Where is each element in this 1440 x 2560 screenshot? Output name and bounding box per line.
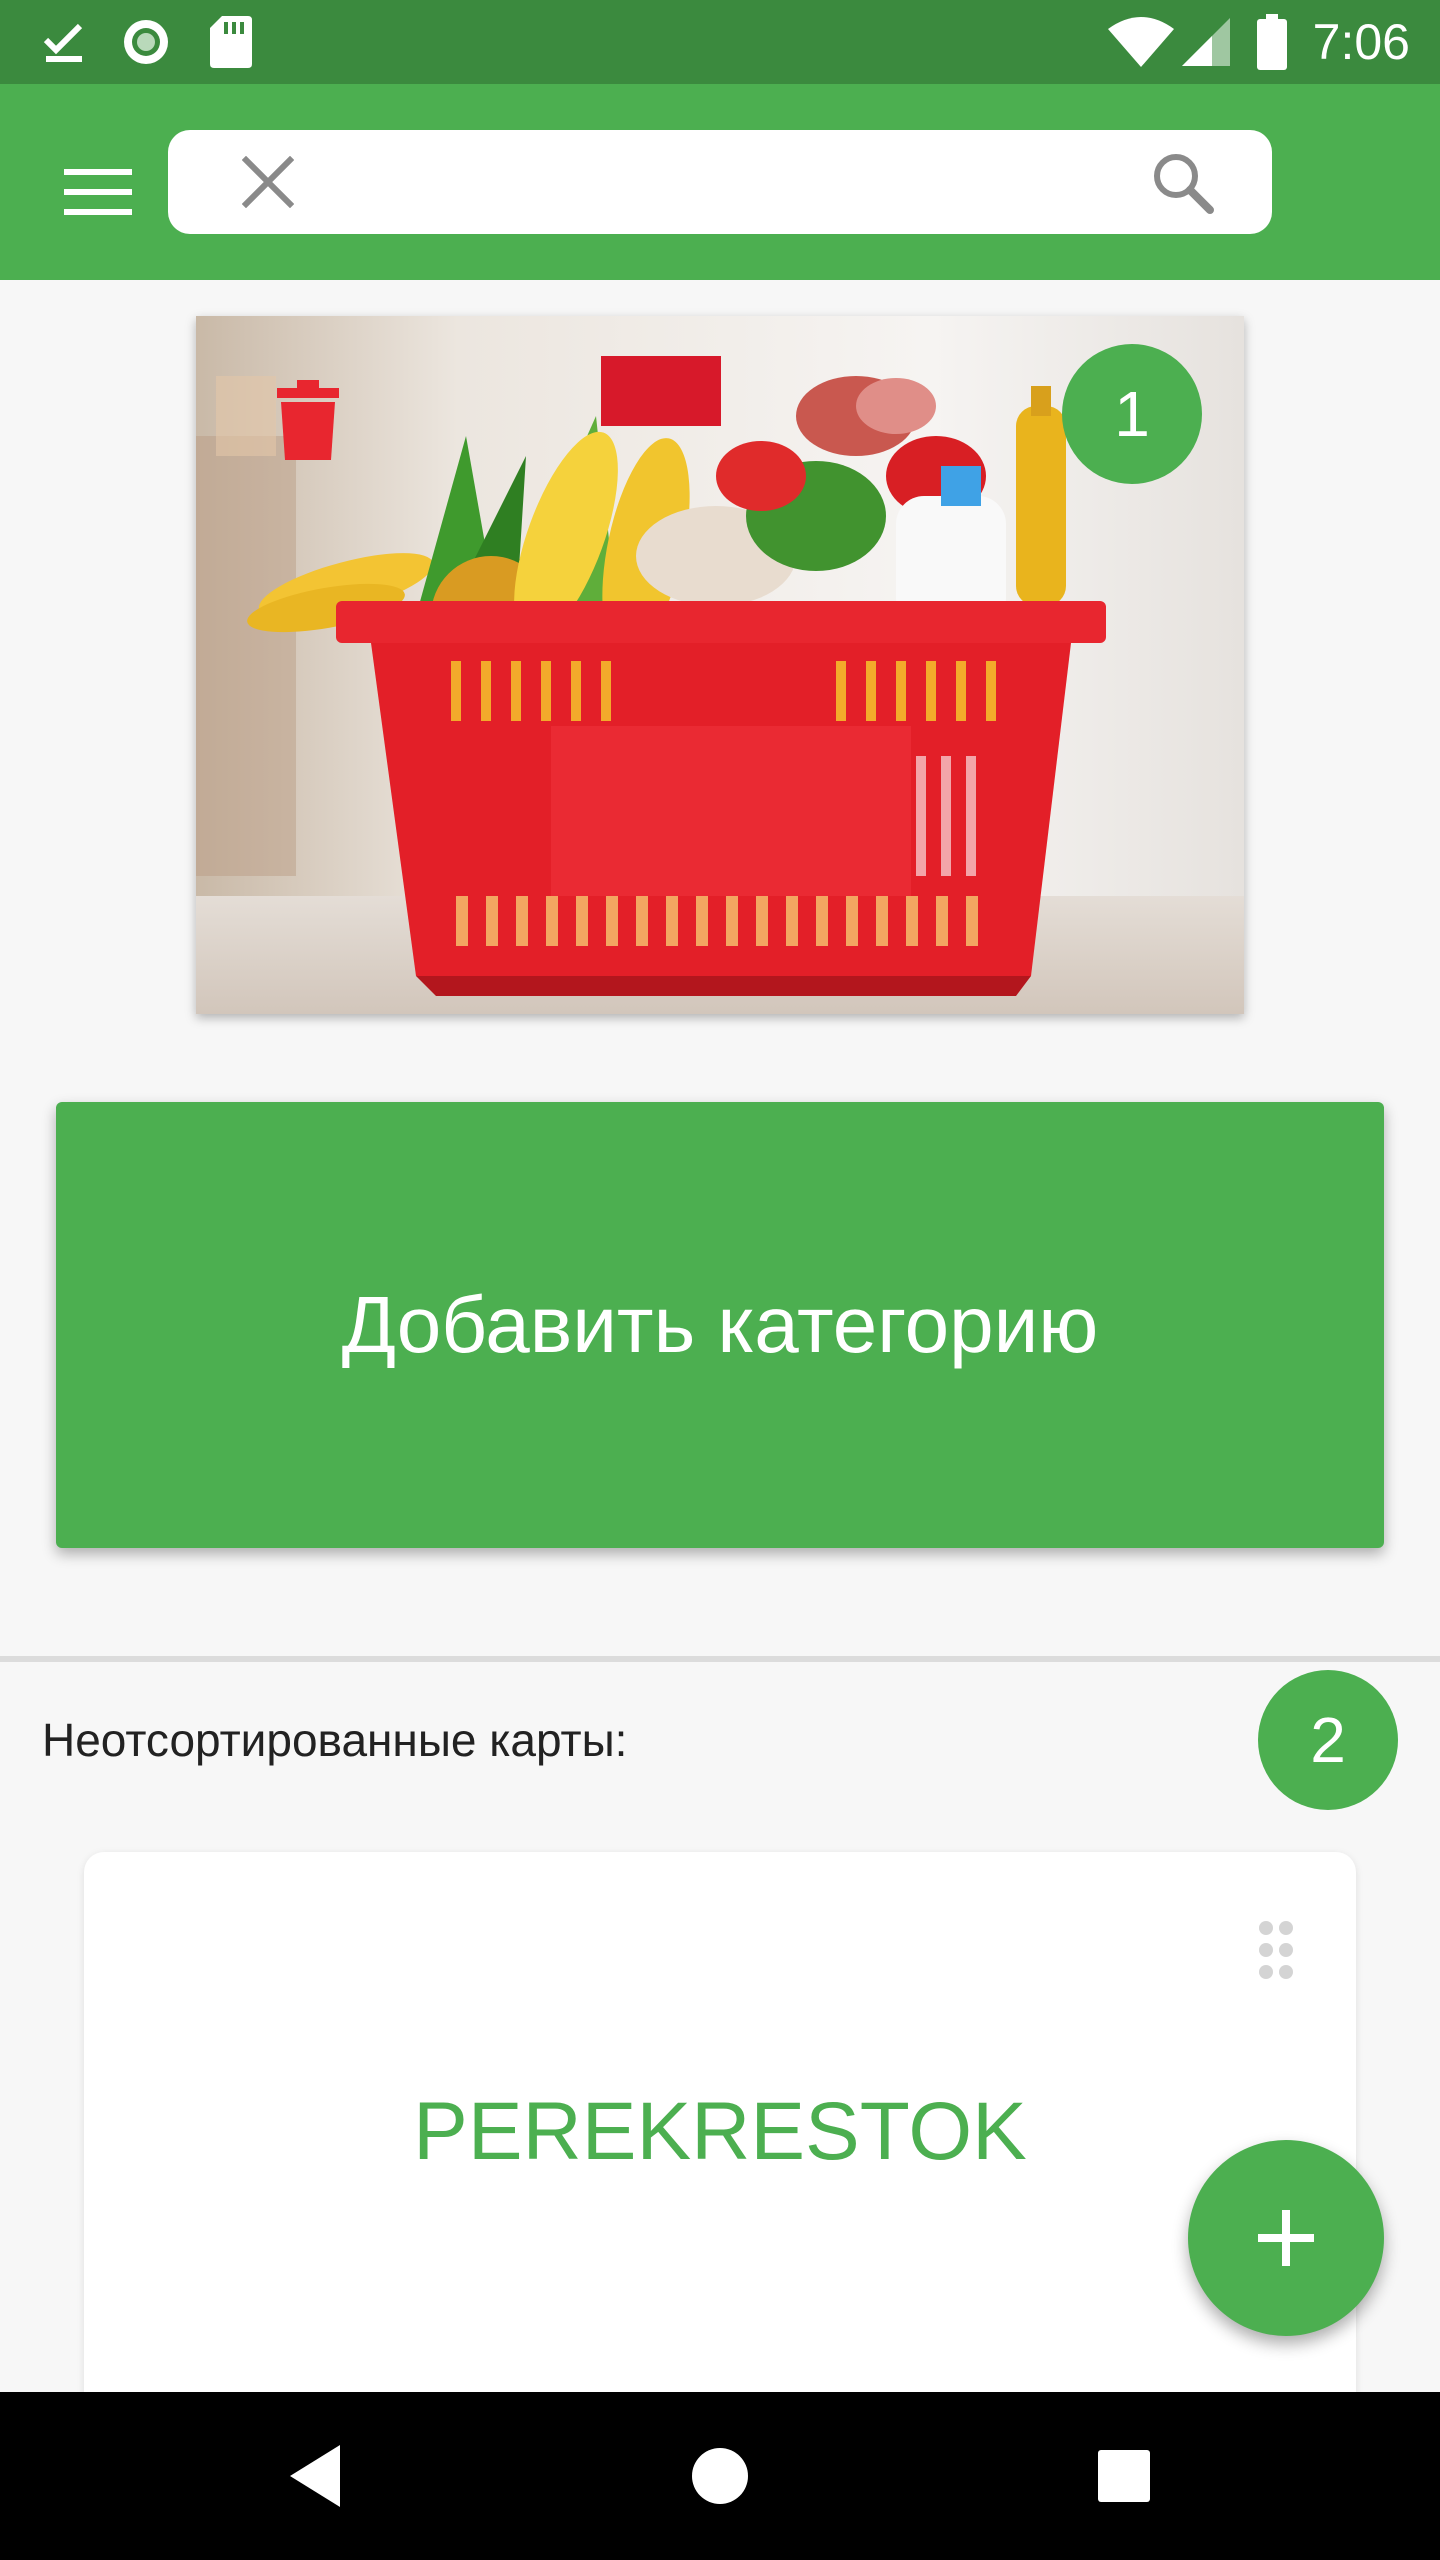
signal-icon xyxy=(1180,0,1232,84)
drag-handle[interactable] xyxy=(1246,1910,1306,1990)
drag-handle-icon xyxy=(1259,1921,1293,1979)
nav-back-button[interactable] xyxy=(266,2426,366,2526)
navigation-bar xyxy=(0,2392,1440,2560)
unsorted-cards-title: Неотсортированные карты: xyxy=(42,1714,628,1766)
menu-icon xyxy=(64,169,132,215)
close-icon xyxy=(242,156,294,208)
nav-home-button[interactable] xyxy=(670,2426,770,2526)
category-count-badge: 1 xyxy=(1062,344,1202,484)
home-icon xyxy=(692,2448,748,2504)
plus-icon xyxy=(1258,2210,1314,2266)
search-button[interactable] xyxy=(1142,142,1222,222)
task-done-icon xyxy=(36,0,92,84)
store-card-name: PEREKRESTOK xyxy=(413,2086,1027,2177)
sd-card-icon xyxy=(206,0,256,84)
unsorted-count-badge: 2 xyxy=(1258,1670,1398,1810)
store-card[interactable]: PEREKRESTOK xyxy=(84,1852,1356,2412)
search-icon xyxy=(1154,154,1214,214)
record-icon xyxy=(116,0,176,84)
menu-button[interactable] xyxy=(50,144,146,240)
add-card-fab[interactable] xyxy=(1188,2140,1384,2336)
recents-icon xyxy=(1098,2450,1150,2502)
delete-category-button[interactable] xyxy=(268,370,348,470)
back-icon xyxy=(290,2445,340,2507)
category-card[interactable]: 1 xyxy=(196,316,1244,1014)
status-bar: 7:06 xyxy=(0,0,1440,84)
section-divider xyxy=(0,1656,1440,1662)
wifi-icon xyxy=(1106,0,1176,84)
battery-icon xyxy=(1252,0,1292,84)
search-box xyxy=(168,130,1272,234)
trash-icon xyxy=(277,380,339,460)
add-category-button[interactable]: Добавить категорию xyxy=(56,1102,1384,1548)
status-time: 7:06 xyxy=(1312,14,1410,70)
search-clear-button[interactable] xyxy=(228,142,308,222)
search-input[interactable] xyxy=(328,146,1132,220)
toolbar xyxy=(0,84,1440,280)
nav-recents-button[interactable] xyxy=(1074,2426,1174,2526)
